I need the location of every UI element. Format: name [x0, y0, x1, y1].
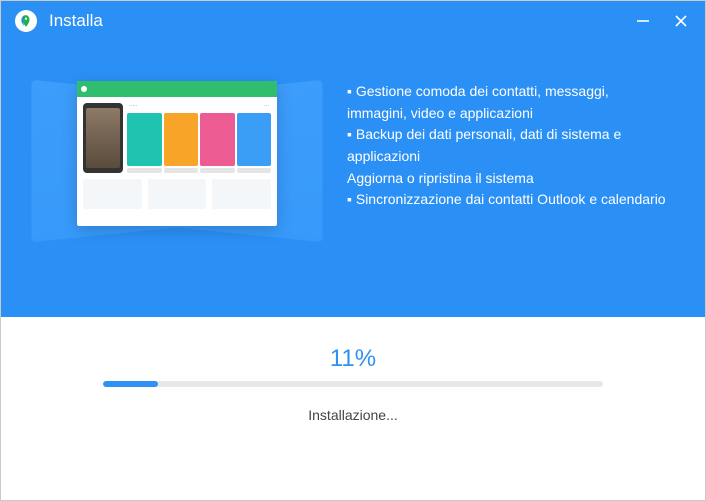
progress-percent: 11%: [330, 345, 376, 373]
installer-window: Installa: [0, 0, 706, 501]
close-icon: [674, 14, 688, 28]
window-controls: [633, 11, 691, 31]
app-logo-icon: [15, 10, 37, 32]
progress-panel: 11% Installazione...: [1, 317, 705, 500]
feature-item-4: ▪ Sincronizzazione dai contatti Outlook …: [347, 189, 669, 211]
tile-4: [237, 113, 272, 166]
feature-item-1: ▪ Gestione comoda dei contatti, messaggi…: [347, 81, 669, 124]
feature-list: ▪ Gestione comoda dei contatti, messaggi…: [347, 81, 669, 211]
progress-status: Installazione...: [308, 407, 398, 423]
minimize-button[interactable]: [633, 11, 653, 31]
hero-row: ········: [1, 41, 705, 261]
tile-2: [164, 113, 199, 166]
title-bar: Installa: [1, 1, 705, 41]
progress-bar-fill: [103, 381, 158, 387]
phone-icon: [83, 103, 123, 173]
feature-item-2: ▪ Backup dei dati personali, dati di sis…: [347, 124, 669, 167]
carousel-preview: ········: [37, 81, 317, 261]
top-panel: Installa: [1, 1, 705, 317]
window-title: Installa: [49, 11, 103, 31]
progress-bar: [103, 381, 603, 387]
minimize-icon: [636, 14, 650, 28]
feature-item-3: Aggiorna o ripristina il sistema: [347, 168, 669, 190]
carousel-card-front: ········: [77, 81, 277, 226]
close-button[interactable]: [671, 11, 691, 31]
tile-1: [127, 113, 162, 166]
preview-header: [77, 81, 277, 97]
tile-3: [200, 113, 235, 166]
